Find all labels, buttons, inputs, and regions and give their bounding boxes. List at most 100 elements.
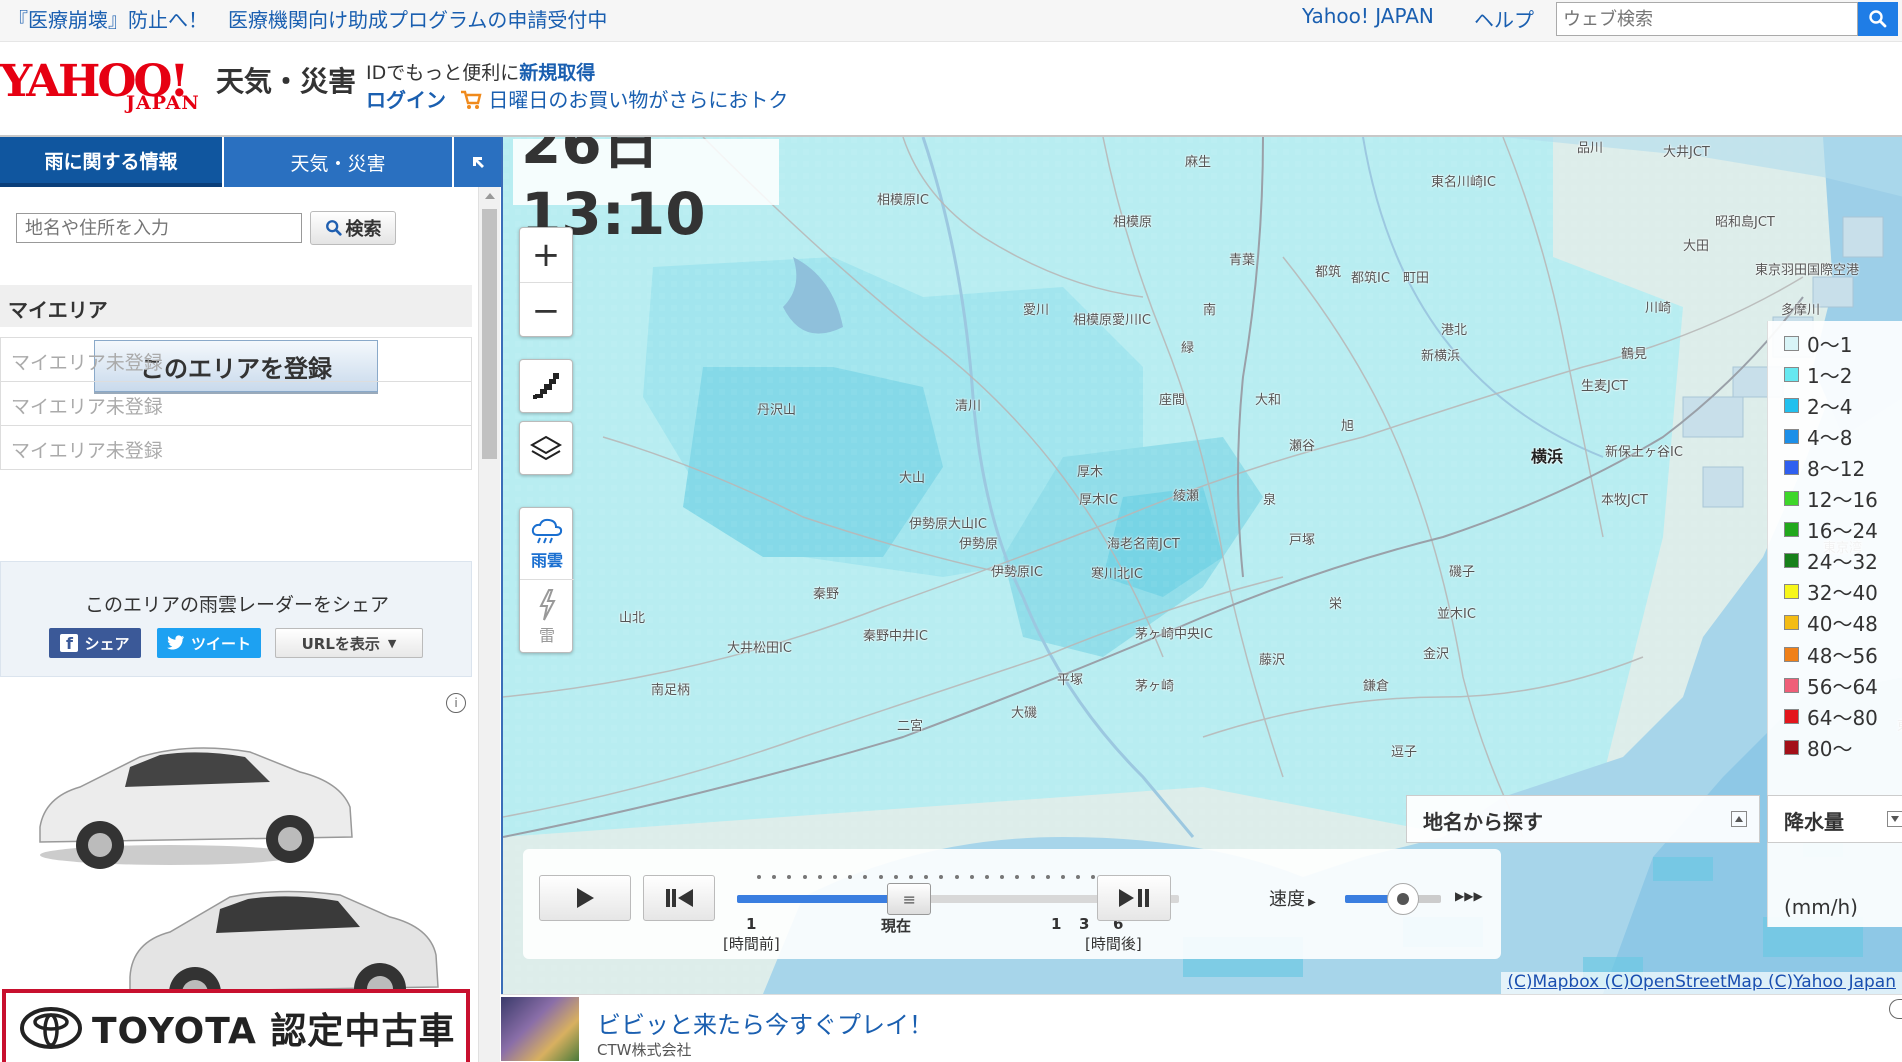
legend-label: 4〜8 bbox=[1807, 425, 1853, 450]
tab-weather-disaster[interactable]: 天気・災害 bbox=[224, 137, 452, 187]
show-url-button[interactable]: URLを表示 ▼ bbox=[275, 628, 423, 658]
section-title: 天気・災害 bbox=[216, 65, 357, 98]
location-search-input[interactable] bbox=[16, 213, 302, 243]
scroll-up-arrow-icon[interactable] bbox=[485, 193, 495, 199]
twitter-share-label: ツイート bbox=[190, 634, 251, 653]
location-search-button[interactable]: 検索 bbox=[310, 211, 396, 245]
facebook-icon: f bbox=[60, 634, 79, 653]
japan-map-icon bbox=[533, 373, 559, 399]
map-place-label: 伊勢原IC bbox=[991, 565, 1043, 580]
rain-cloud-icon bbox=[531, 518, 563, 543]
rain-cloud-mode-button[interactable]: 雨雲 bbox=[520, 508, 574, 580]
place-search-toggle[interactable]: 地名から探す bbox=[1406, 795, 1760, 843]
speed-label-text: 速度 bbox=[1269, 889, 1305, 910]
bottom-ad-title[interactable]: ビビッと来たら今すぐプレイ！ bbox=[597, 1005, 933, 1040]
map-place-label: 秦野中井IC bbox=[863, 629, 928, 644]
map-place-label: 伊勢原大山IC bbox=[909, 517, 987, 532]
thunder-mode-label: 雷 bbox=[538, 626, 555, 645]
radar-timestamp: 26日13:10 bbox=[513, 137, 779, 248]
legend-swatch bbox=[1784, 615, 1799, 631]
my-area-slot[interactable]: マイエリア未登録 bbox=[0, 337, 472, 382]
map-place-label: 新横浜 bbox=[1421, 349, 1461, 364]
map-place-label: 座間 bbox=[1159, 393, 1186, 408]
web-search-input[interactable] bbox=[1556, 2, 1858, 36]
legend-label: 1〜2 bbox=[1807, 363, 1853, 388]
play-button[interactable] bbox=[539, 875, 631, 921]
skip-to-forecast-button[interactable] bbox=[1097, 875, 1171, 921]
rain-cloud-mode-label: 雨雲 bbox=[530, 550, 563, 570]
chevron-down-icon: ▼ bbox=[387, 636, 397, 650]
collapse-sidebar-button[interactable] bbox=[454, 137, 501, 187]
map-place-label: 東京羽田国際空港 bbox=[1755, 263, 1860, 278]
legend-unit: (mm/h) bbox=[1784, 895, 1858, 919]
yahoo-logo[interactable]: YAHOO! JAPAN bbox=[0, 56, 216, 118]
tab-rain-info[interactable]: 雨に関する情報 bbox=[0, 137, 222, 187]
thunder-mode-button[interactable]: 雷 bbox=[520, 580, 574, 654]
tick-future-1: 1 bbox=[1051, 915, 1062, 933]
my-area-slot[interactable]: マイエリア未登録 bbox=[0, 425, 472, 470]
timeline-handle[interactable]: ≡ bbox=[887, 883, 932, 915]
twitter-share-button[interactable]: ツイート bbox=[157, 628, 261, 658]
skip-back-icon bbox=[666, 889, 693, 907]
speed-handle[interactable] bbox=[1386, 883, 1419, 915]
sidebar-scrollbar[interactable] bbox=[478, 187, 500, 1062]
id-promo: IDでもっと便利に新規取得 bbox=[366, 58, 595, 85]
promo-link[interactable]: 『医療崩壊』防止へ！ 医療機関向け助成プログラムの申請受付中 bbox=[8, 4, 607, 33]
zoom-out-button[interactable]: − bbox=[520, 283, 572, 338]
my-area-heading: マイエリア bbox=[0, 285, 472, 327]
my-area-slot[interactable]: マイエリア未登録 bbox=[0, 381, 472, 426]
map-attribution[interactable]: (C)Mapbox (C)OpenStreetMap (C)Yahoo Japa… bbox=[1501, 972, 1902, 994]
ad-info-icon[interactable] bbox=[1889, 999, 1902, 1019]
map-place-label: 清川 bbox=[955, 399, 982, 414]
show-url-label: URLを表示 bbox=[301, 634, 380, 653]
legend-item: 32〜40 bbox=[1784, 578, 1878, 606]
game-ad-thumbnail[interactable] bbox=[501, 997, 579, 1061]
shopping-promo-link[interactable]: 日曜日のお買い物がさらにおトク bbox=[460, 84, 788, 113]
rain-radar-map[interactable]: 麻生 東名川崎IC 品川 大井JCT 相模原IC 相模原 昭和島JCT 大田 青葉 都筑 都筑IC 東… bbox=[501, 137, 1902, 994]
map-place-label: 山北 bbox=[619, 611, 646, 626]
legend-label: 16〜24 bbox=[1807, 519, 1878, 544]
bottom-ad[interactable]: ビビッと来たら今すぐプレイ！ CTW株式会社 bbox=[501, 994, 1902, 1062]
legend-label: 2〜4 bbox=[1807, 394, 1853, 419]
yahoo-japan-link[interactable]: Yahoo! JAPAN bbox=[1302, 4, 1434, 28]
skip-to-start-button[interactable] bbox=[643, 875, 715, 921]
minus-icon: − bbox=[531, 290, 561, 331]
timeline-dot bbox=[1091, 875, 1096, 879]
legend-label: 32〜40 bbox=[1807, 581, 1878, 606]
timeline-dot bbox=[802, 875, 807, 879]
timeline-dot bbox=[909, 875, 913, 879]
help-link[interactable]: ヘルプ bbox=[1474, 4, 1534, 33]
timeline-dot bbox=[924, 875, 929, 879]
legend-item: 0〜1 bbox=[1784, 329, 1852, 357]
map-place-label: 生麦JCT bbox=[1581, 379, 1628, 394]
legend-swatch bbox=[1784, 646, 1799, 662]
share-title: このエリアの雨雲レーダーをシェア bbox=[84, 594, 389, 616]
scrollbar-thumb[interactable] bbox=[482, 209, 497, 459]
timeline-dot bbox=[848, 875, 853, 879]
legend-swatch bbox=[1784, 739, 1799, 755]
toyota-ad-text: TOYOTA 認定中古車 bbox=[92, 1010, 456, 1052]
map-place-label: 磯子 bbox=[1449, 565, 1476, 580]
precipitation-type-select[interactable]: 降水量 bbox=[1767, 795, 1902, 843]
plus-icon: + bbox=[531, 235, 561, 275]
id-promo-text: IDでもっと便利に bbox=[366, 62, 520, 84]
legend-label: 80〜 bbox=[1807, 736, 1853, 761]
legend-swatch bbox=[1784, 335, 1799, 351]
japan-view-button[interactable] bbox=[519, 359, 573, 413]
map-place-label: 瀬谷 bbox=[1289, 439, 1316, 454]
speed-slider[interactable] bbox=[1345, 883, 1441, 915]
toyota-logo-icon bbox=[20, 1006, 82, 1049]
map-place-label: 戸塚 bbox=[1289, 533, 1316, 548]
facebook-share-button[interactable]: f シェア bbox=[49, 628, 141, 658]
map-place-label: 本牧JCT bbox=[1601, 493, 1648, 508]
zoom-in-button[interactable]: + bbox=[520, 228, 572, 283]
zoom-controls: + − bbox=[519, 227, 573, 337]
map-place-label: 海老名南JCT bbox=[1107, 537, 1180, 552]
ad-info-icon[interactable]: i bbox=[446, 693, 466, 713]
legend-swatch bbox=[1784, 522, 1799, 538]
login-link[interactable]: ログイン bbox=[366, 84, 446, 113]
web-search-button[interactable] bbox=[1858, 2, 1898, 36]
new-id-link[interactable]: 新規取得 bbox=[519, 62, 595, 84]
layers-button[interactable] bbox=[519, 421, 573, 475]
toyota-ad-banner[interactable]: TOYOTA 認定中古車 bbox=[2, 989, 470, 1062]
